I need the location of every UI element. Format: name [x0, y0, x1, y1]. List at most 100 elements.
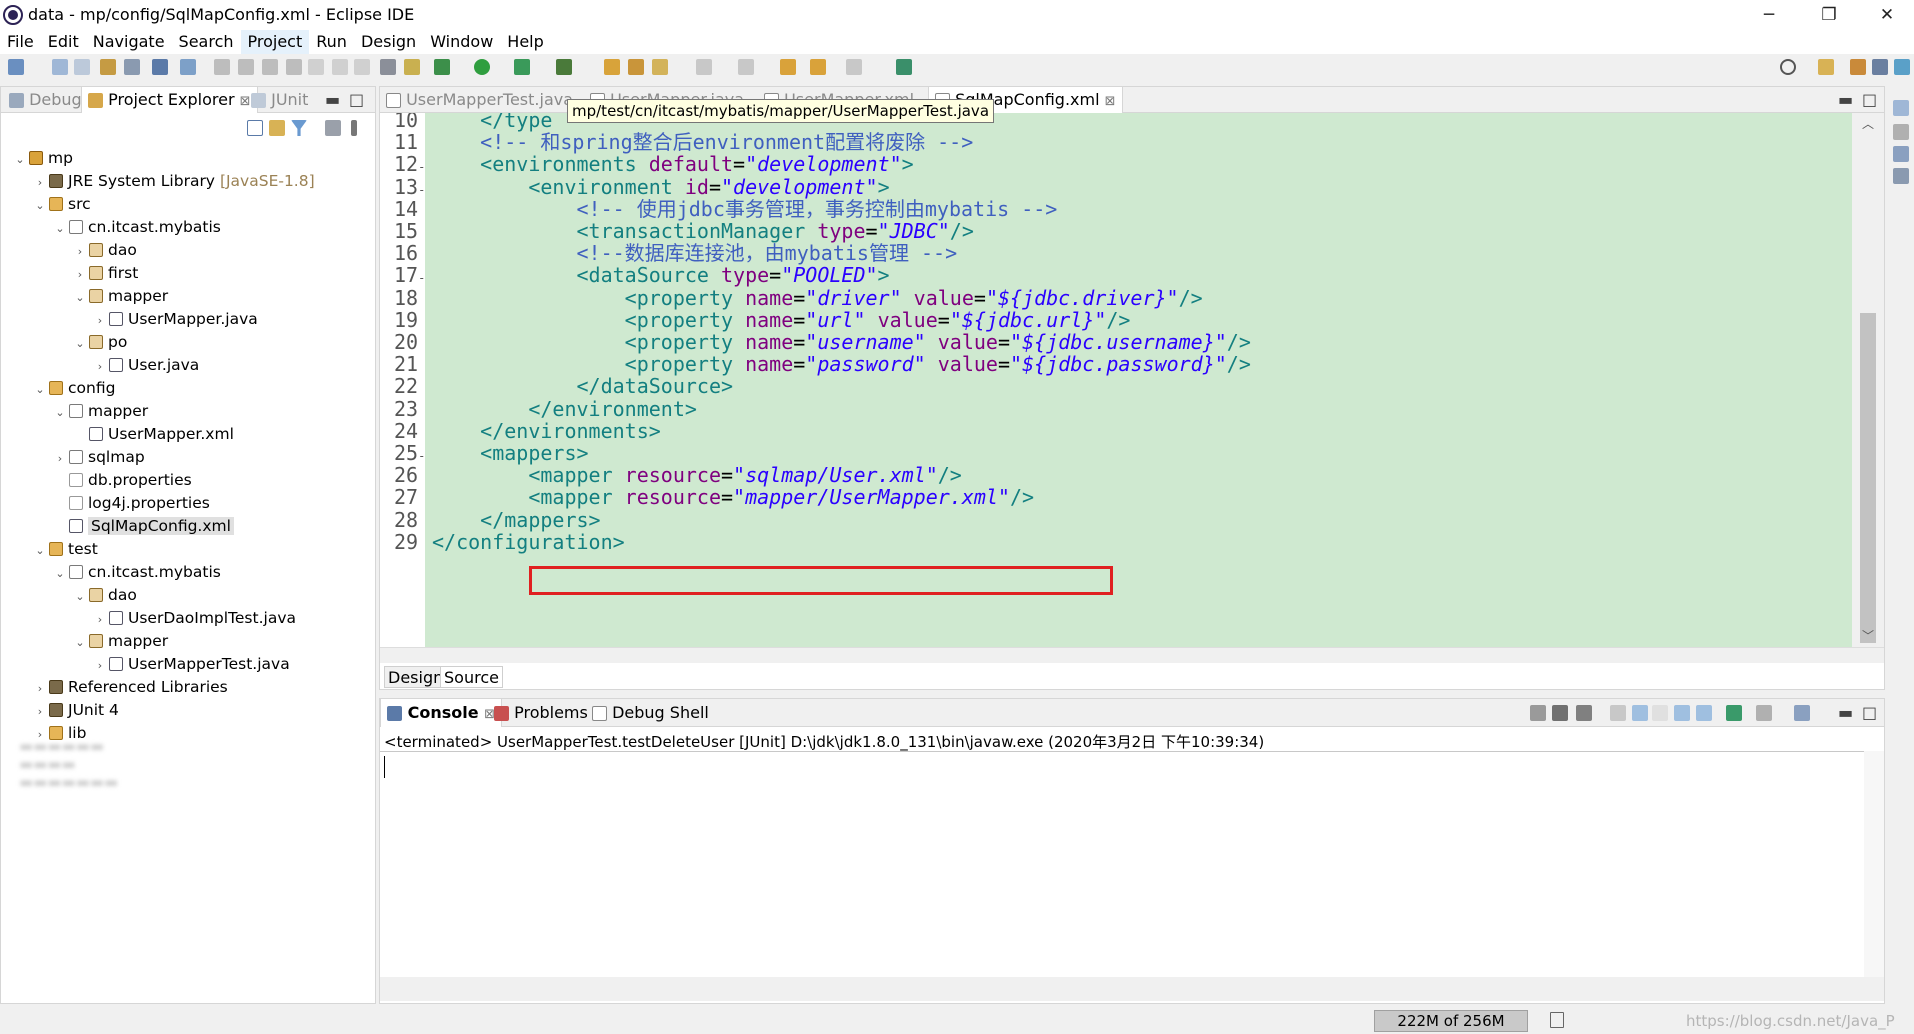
heap-status[interactable]: 222M of 256M	[1374, 1010, 1528, 1032]
tree-item[interactable]: ⌄ mapper	[73, 630, 168, 653]
coverage-icon[interactable]	[514, 59, 530, 75]
editor-horizontal-scrollbar[interactable]	[380, 647, 1884, 663]
display-console-icon[interactable]	[1756, 705, 1772, 721]
expand-arrow-icon[interactable]: ›	[93, 309, 107, 332]
maximize-console-icon[interactable]: □	[1862, 703, 1877, 722]
variables-icon[interactable]	[1893, 124, 1909, 140]
tree-item[interactable]: ⌄ test	[33, 538, 97, 561]
close-button[interactable]: ✕	[1858, 0, 1914, 30]
previous-annotation-icon[interactable]	[738, 59, 754, 75]
expand-arrow-icon[interactable]: ›	[73, 240, 87, 263]
expand-arrow-icon[interactable]: ›	[93, 355, 107, 378]
tab-source[interactable]: Source	[440, 666, 503, 688]
menu-window[interactable]: Window	[423, 30, 500, 54]
step-over-icon[interactable]	[332, 59, 348, 75]
tab-console[interactable]: Console ⊠	[380, 699, 503, 727]
focus-icon[interactable]	[325, 120, 341, 136]
run-icon[interactable]	[474, 59, 490, 75]
minimize-editor-icon[interactable]: ▬	[1838, 90, 1853, 109]
tab-debug-shell[interactable]: Debug Shell	[592, 703, 709, 722]
tree-item[interactable]: log4j.properties	[53, 492, 210, 515]
menu-project[interactable]: Project	[240, 30, 310, 54]
minimize-button[interactable]: ─	[1740, 0, 1798, 30]
tab-project-explorer[interactable]: Project Explorer ⊠	[81, 87, 258, 113]
tree-item[interactable]: ⌄ cn.itcast.mybatis	[53, 216, 220, 240]
tree-item[interactable]: › Referenced Libraries	[33, 676, 228, 699]
use-step-filters-icon[interactable]	[404, 59, 420, 75]
collapse-arrow-icon[interactable]: ⌄	[73, 631, 87, 654]
expand-arrow-icon[interactable]: ›	[93, 608, 107, 631]
save-icon[interactable]	[52, 59, 68, 75]
open-type-icon[interactable]	[652, 59, 668, 75]
step-return-icon[interactable]	[354, 59, 370, 75]
collapse-arrow-icon[interactable]: ⌄	[53, 217, 67, 240]
properties-icon[interactable]	[124, 59, 140, 75]
menu-search[interactable]: Search	[172, 30, 241, 54]
menu-design[interactable]: Design	[354, 30, 423, 54]
tree-item[interactable]: › first	[73, 262, 139, 286]
tree-item[interactable]: › JRE System Library [JavaSE-1.8]	[33, 170, 315, 193]
expand-arrow-icon[interactable]: ›	[93, 654, 107, 677]
forward-icon[interactable]	[846, 59, 862, 75]
pin-console-icon[interactable]	[1726, 705, 1742, 721]
tree-item[interactable]: ⌄ mapper	[73, 285, 168, 308]
console-horizontal-scrollbar[interactable]	[380, 977, 1884, 1001]
collapse-arrow-icon[interactable]: ⌄	[73, 286, 87, 309]
remove-all-launches-icon[interactable]	[1576, 705, 1592, 721]
menu-run[interactable]: Run	[309, 30, 354, 54]
collapse-arrow-icon[interactable]: ⌄	[53, 562, 67, 585]
close-tab-icon[interactable]: ⊠	[240, 94, 251, 109]
collapse-all-icon[interactable]	[247, 120, 263, 136]
tree-item[interactable]: › UserMapperTest.java	[93, 653, 290, 676]
editor-vertical-scrollbar[interactable]: ︿ ﹀	[1852, 113, 1884, 647]
menu-help[interactable]: Help	[500, 30, 550, 54]
open-perspective-icon[interactable]	[1818, 59, 1834, 75]
java-perspective-icon[interactable]	[1872, 59, 1888, 75]
pin-editor-icon[interactable]	[896, 59, 912, 75]
open-folder-icon[interactable]	[628, 59, 644, 75]
console-output[interactable]	[380, 751, 1864, 977]
tree-item[interactable]: SqlMapConfig.xml	[53, 515, 234, 538]
maximize-editor-icon[interactable]: □	[1862, 90, 1877, 109]
remove-launch-icon[interactable]	[1552, 705, 1568, 721]
tree-item[interactable]: ⌄ cn.itcast.mybatis	[53, 561, 220, 585]
new-java-project-icon[interactable]	[604, 59, 620, 75]
show-on-stdout-icon[interactable]	[1674, 705, 1690, 721]
expand-arrow-icon[interactable]: ›	[33, 677, 47, 700]
tree-item[interactable]: ⌄ po	[73, 331, 127, 354]
tree-item[interactable]: › User.java	[93, 354, 200, 378]
next-annotation-icon[interactable]	[696, 59, 712, 75]
editor-scroll-thumb[interactable]	[1860, 313, 1876, 643]
collapse-arrow-icon[interactable]: ⌄	[73, 585, 87, 608]
menu-file[interactable]: File	[0, 30, 41, 54]
tree-item[interactable]: ⌄ dao	[73, 584, 136, 608]
word-wrap-icon[interactable]	[1652, 705, 1668, 721]
tab-design[interactable]: Design	[384, 666, 448, 688]
expressions-icon[interactable]	[1893, 168, 1909, 184]
show-on-stderr-icon[interactable]	[1696, 705, 1712, 721]
view-menu-icon[interactable]	[351, 120, 357, 136]
tree-item[interactable]: › JUnit 4	[33, 699, 119, 722]
resume-icon[interactable]	[214, 59, 230, 75]
tree-item[interactable]: ⌄ mp	[13, 147, 73, 170]
collapse-arrow-icon[interactable]: ⌄	[13, 148, 27, 171]
expand-arrow-icon[interactable]: ›	[33, 171, 47, 194]
console-icon[interactable]	[152, 59, 168, 75]
scroll-up-icon[interactable]: ︿	[1862, 115, 1874, 132]
tab-junit[interactable]: JUnit	[251, 90, 308, 109]
expand-arrow-icon[interactable]: ›	[73, 263, 87, 286]
clear-console-icon[interactable]	[1610, 705, 1626, 721]
tree-item[interactable]: › dao	[73, 239, 137, 262]
filter-icon[interactable]	[291, 120, 307, 136]
console-vertical-scrollbar[interactable]	[1864, 751, 1884, 977]
menu-navigate[interactable]: Navigate	[86, 30, 172, 54]
step-into-icon[interactable]	[308, 59, 324, 75]
search-icon[interactable]	[1780, 59, 1796, 75]
open-console-icon[interactable]	[1794, 705, 1810, 721]
suspend-icon[interactable]	[238, 59, 254, 75]
expand-arrow-icon[interactable]: ›	[53, 447, 67, 470]
java-ee-perspective-icon[interactable]	[1850, 59, 1866, 75]
tree-item[interactable]: › sqlmap	[53, 446, 145, 469]
tree-item[interactable]: ⌄ mapper	[53, 400, 148, 423]
terminate-icon[interactable]	[262, 59, 278, 75]
